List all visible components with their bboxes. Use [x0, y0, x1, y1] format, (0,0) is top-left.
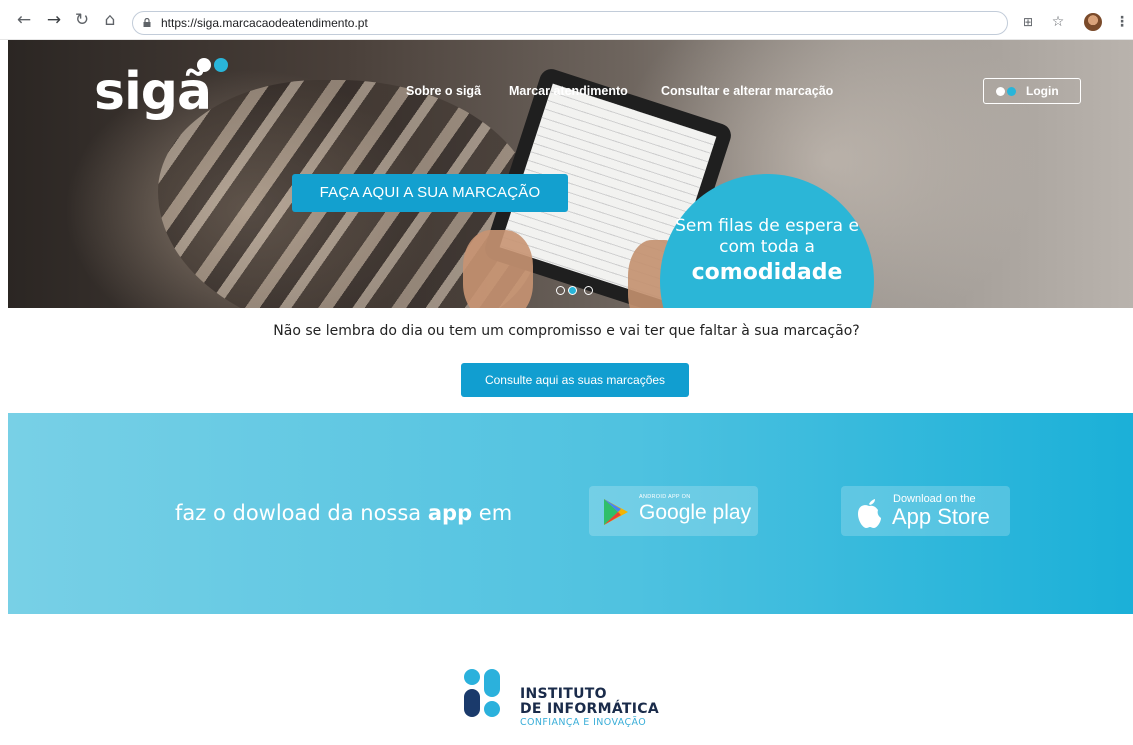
translate-icon[interactable]: ⊞ — [1018, 12, 1038, 32]
menu-icon[interactable]: ⋮ — [1112, 12, 1132, 32]
url-text: https://siga.marcacaodeatendimento.pt — [161, 16, 368, 30]
google-play-icon — [604, 499, 628, 525]
google-play-button[interactable]: ANDROID APP ON Google play — [589, 486, 758, 536]
hero-banner: sigã Sobre o sigã Marcar atendimento Con… — [8, 40, 1133, 308]
reload-icon[interactable]: ↻ — [72, 10, 92, 30]
instituto-informatica-logo[interactable]: INSTITUTO DE INFORMÁTICA CONFIANÇA E INO… — [464, 669, 704, 735]
home-icon[interactable]: ⌂ — [100, 10, 120, 30]
logo-dot — [214, 58, 228, 72]
login-dot-icon — [1007, 87, 1016, 96]
reminder-question: Não se lembra do dia ou tem um compromis… — [273, 323, 860, 339]
book-appointment-button[interactable]: FAÇA AQUI A SUA MARCAÇÃO — [292, 174, 568, 212]
app-store-button[interactable]: Download on the App Store — [841, 486, 1010, 536]
logo-mark — [464, 669, 480, 685]
google-play-small-text: ANDROID APP ON — [639, 494, 691, 500]
nav-sobre[interactable]: Sobre o sigã — [406, 84, 481, 98]
star-icon[interactable]: ☆ — [1048, 12, 1068, 32]
org-name-line2: DE INFORMÁTICA — [520, 701, 659, 717]
login-dot-icon — [996, 87, 1005, 96]
logo-mark — [484, 669, 500, 697]
logo-mark — [464, 689, 480, 717]
login-label: Login — [1026, 84, 1059, 98]
address-bar[interactable]: https://siga.marcacaodeatendimento.pt — [132, 11, 1008, 35]
logo-mark — [484, 701, 500, 717]
lock-icon — [143, 18, 151, 27]
logo-dot — [197, 58, 211, 72]
app-store-label: App Store — [892, 504, 990, 529]
app-download-text: faz o dowload da nossa app em — [175, 501, 513, 525]
nav-consultar-alterar[interactable]: Consultar e alterar marcação — [661, 84, 833, 98]
arrow-right-icon[interactable]: → — [44, 10, 64, 30]
nav-marcar-atendimento[interactable]: Marcar atendimento — [509, 84, 628, 98]
carousel-dot-active[interactable] — [568, 286, 577, 295]
hero-image-hand — [463, 230, 533, 308]
google-play-label: Google play — [639, 501, 752, 524]
carousel-dot[interactable] — [584, 286, 593, 295]
org-tagline: CONFIANÇA E INOVAÇÃO — [520, 717, 647, 728]
carousel-dot[interactable] — [556, 286, 565, 295]
badge-text: Sem filas de espera e com toda a — [675, 216, 859, 257]
app-download-band: faz o dowload da nossa app em ANDROID AP… — [8, 413, 1133, 614]
org-name-line1: INSTITUTO — [520, 686, 607, 702]
avatar[interactable] — [1084, 13, 1102, 31]
login-button[interactable]: Login — [983, 78, 1081, 104]
apple-icon — [858, 499, 881, 528]
badge-highlight: comodidade — [691, 260, 843, 285]
consult-appointments-button[interactable]: Consulte aqui as suas marcações — [461, 363, 689, 397]
arrow-left-icon[interactable]: ← — [14, 10, 34, 30]
browser-toolbar: ← → ↻ ⌂ https://siga.marcacaodeatendimen… — [0, 0, 1133, 40]
logo-text: sigã — [94, 62, 212, 122]
